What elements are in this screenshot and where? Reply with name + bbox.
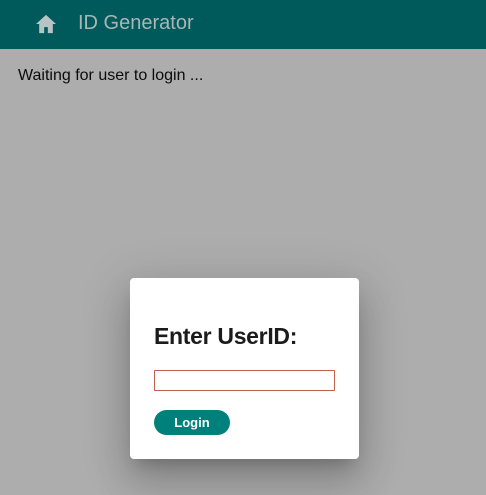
app-title: ID Generator (78, 12, 194, 34)
login-button[interactable]: Login (154, 410, 230, 435)
userid-input[interactable] (154, 370, 335, 391)
home-icon (35, 14, 57, 34)
dialog-title: Enter UserID: (154, 323, 298, 349)
login-dialog: Enter UserID: Login (130, 278, 359, 459)
app-bar: ID Generator (0, 0, 486, 49)
home-button[interactable] (33, 12, 59, 36)
